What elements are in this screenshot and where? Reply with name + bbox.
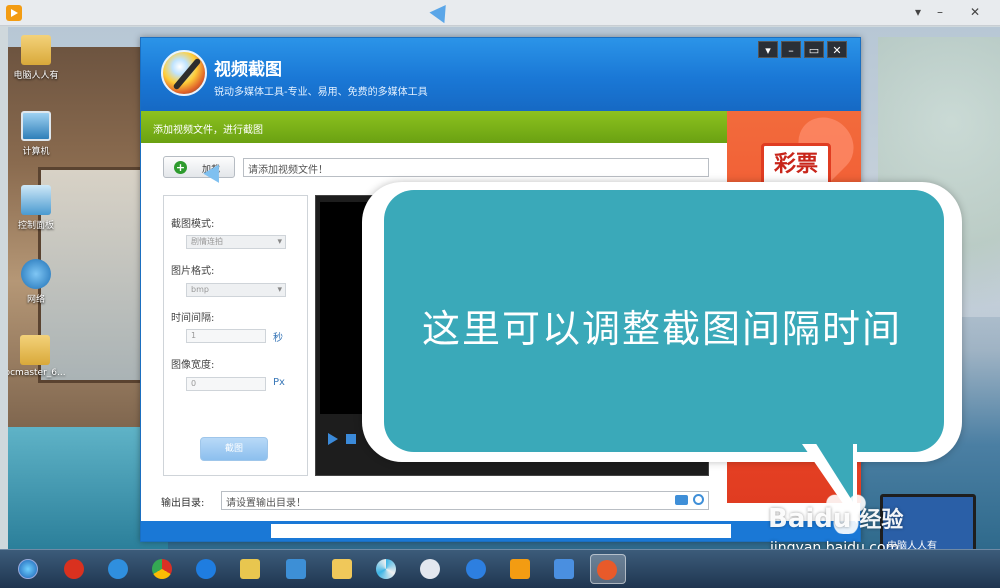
record-icon [597, 560, 617, 580]
plus-icon: + [174, 161, 187, 174]
taskbar-network-app[interactable] [280, 554, 312, 584]
folder-icon [21, 35, 51, 65]
annotation-message: 这里可以调整截图间隔时间 [421, 307, 902, 351]
app-title: 视频截图 [214, 60, 282, 80]
search-icon[interactable] [693, 494, 704, 505]
app-logo-icon [161, 50, 207, 96]
taskbar [0, 549, 1000, 588]
taskbar-files[interactable] [234, 554, 266, 584]
width-label: 图像宽度: [171, 360, 215, 371]
folder-open-icon[interactable] [675, 495, 688, 505]
menu-button[interactable]: ▾ [758, 41, 778, 58]
ie-icon [108, 559, 128, 579]
capture-button[interactable]: 截图 [200, 437, 268, 461]
folder-icon [20, 335, 50, 365]
stop-icon[interactable] [346, 434, 356, 444]
taskbar-paint[interactable] [414, 554, 446, 584]
window-maximize-button[interactable]: ▭ [804, 41, 824, 58]
status-bar [141, 521, 860, 541]
minimize-button[interactable]: – [930, 3, 950, 21]
desktop-icon-computer[interactable]: 计算机 [8, 111, 64, 157]
taskbar-box[interactable] [548, 554, 580, 584]
window-minimize-button[interactable]: – [781, 41, 801, 58]
taskbar-video-player[interactable] [504, 554, 536, 584]
qq-browser-icon [196, 559, 216, 579]
box-icon [554, 559, 574, 579]
paint-icon [420, 559, 440, 579]
video-file-input[interactable]: 请添加视频文件！ [243, 158, 709, 177]
desktop-icon-pcmaster[interactable]: pcmaster_6... [8, 335, 68, 378]
pinwheel-icon [376, 559, 396, 579]
play-icon[interactable] [328, 433, 338, 445]
app-icon [64, 559, 84, 579]
interval-input[interactable]: 1 [186, 329, 266, 343]
player-title-bar: ▾ – ✕ [0, 0, 1000, 26]
taskbar-explorer[interactable] [326, 554, 358, 584]
start-button[interactable] [12, 554, 44, 584]
interval-unit: 秒 [273, 333, 283, 344]
progress-bar [271, 524, 731, 538]
explorer-icon [332, 559, 352, 579]
desktop-icon-folder[interactable]: 电脑人人有 [8, 35, 64, 81]
taskbar-record[interactable] [590, 554, 626, 584]
files-icon [240, 559, 260, 579]
wallpaper-house [8, 47, 148, 437]
hint-text: 添加视频文件，进行截图 [153, 125, 263, 136]
mode-label: 截图模式: [171, 219, 215, 230]
taskbar-media[interactable] [460, 554, 492, 584]
taskbar-pinwheel[interactable] [370, 554, 402, 584]
app-subtitle: 锐动多媒体工具-专业、易用、免费的多媒体工具 [214, 87, 428, 98]
interval-label: 时间间隔: [171, 313, 215, 324]
close-button[interactable]: ✕ [965, 3, 985, 21]
window-header: 视频截图 锐动多媒体工具-专业、易用、免费的多媒体工具 ▾ – ▭ ✕ [141, 38, 860, 111]
settings-panel: 截图模式: 剧情连拍 图片格式: bmp 时间间隔: 1 秒 图像宽度: 0 P… [163, 195, 308, 476]
computer-icon [21, 111, 51, 141]
output-label: 输出目录: [161, 498, 205, 509]
width-input[interactable]: 0 [186, 377, 266, 391]
mode-select[interactable]: 剧情连拍 [186, 235, 286, 249]
dropdown-icon[interactable]: ▾ [908, 3, 928, 21]
watermark-brand: Baidu [768, 504, 852, 534]
network-icon [21, 259, 51, 289]
media-icon [466, 559, 486, 579]
ad-text: 彩票 [761, 143, 831, 187]
taskbar-qq-browser[interactable] [190, 554, 222, 584]
annotation-bubble: 这里可以调整截图间隔时间 [362, 182, 962, 524]
taskbar-chrome[interactable] [146, 554, 178, 584]
watermark-brand-cn: 经验 [859, 508, 904, 533]
format-select[interactable]: bmp [186, 283, 286, 297]
video-player-icon [510, 559, 530, 579]
output-dir-input[interactable]: 请设置输出目录！ [221, 491, 709, 510]
desktop-icon-control-panel[interactable]: 控制面板 [8, 185, 64, 231]
desktop-icon-network[interactable]: 网络 [8, 259, 64, 305]
taskbar-app[interactable] [58, 554, 90, 584]
baidu-watermark: Baidu 经验 [768, 502, 903, 534]
player-app-icon [6, 5, 22, 21]
output-placeholder: 请设置输出目录！ [226, 498, 306, 509]
control-panel-icon [21, 185, 51, 215]
chrome-icon [152, 559, 172, 579]
taskbar-ie[interactable] [102, 554, 134, 584]
start-icon [18, 559, 38, 579]
network-app-icon [286, 559, 306, 579]
window-close-button[interactable]: ✕ [827, 41, 847, 58]
format-label: 图片格式: [171, 266, 215, 277]
hint-bar: 添加视频文件，进行截图 [141, 111, 727, 143]
width-unit: Px [273, 377, 285, 388]
